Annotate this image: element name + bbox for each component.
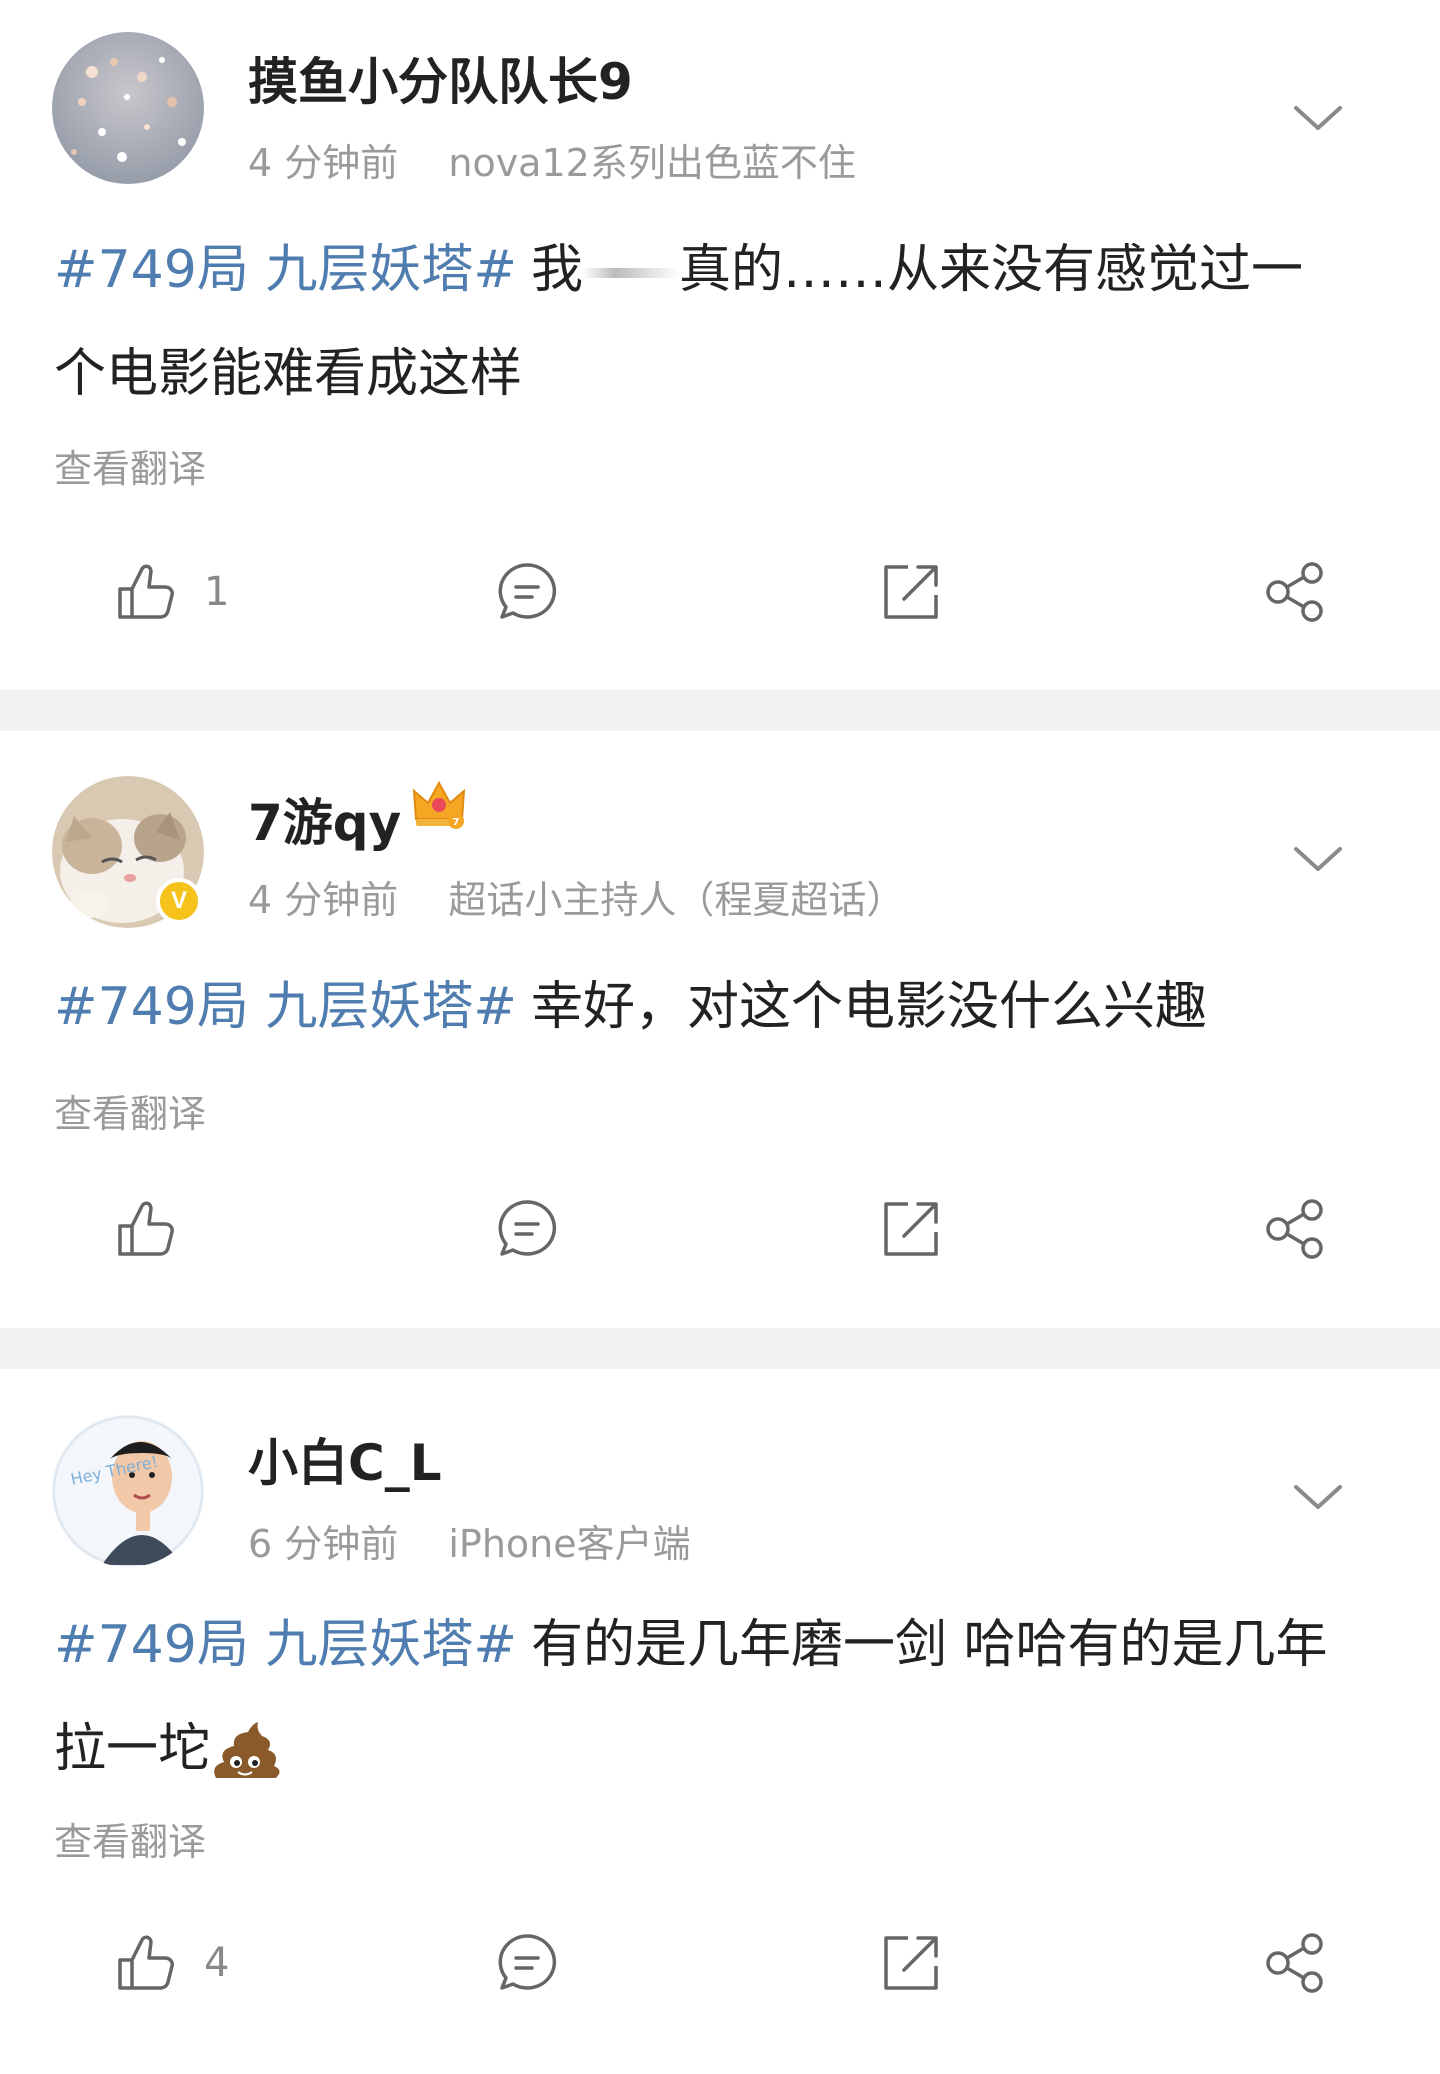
like-count: 4 [204, 1940, 230, 1986]
post-card: Hey There! 小白C_L 6 分钟前 iPhone客户端 #749局 九… [0, 1369, 1440, 2068]
post-content: #749局 九层妖塔# 幸好，对这个电影没什么兴趣 [54, 955, 1354, 1059]
chevron-down-icon[interactable] [1292, 1481, 1344, 1513]
share-button[interactable] [1262, 552, 1328, 632]
like-count: 1 [204, 569, 230, 615]
comment-button[interactable] [494, 552, 560, 632]
post-time: 4 分钟前 [248, 878, 399, 922]
comment-icon [498, 1200, 557, 1256]
avatar[interactable] [52, 32, 204, 184]
topic-link[interactable]: #749局 九层妖塔# [54, 240, 517, 300]
comment-feed: 摸鱼小分队队长9 4 分钟前 nova12系列出色蓝不住 #749局 九层妖塔#… [0, 0, 1440, 2068]
username[interactable]: 摸鱼小分队队长9 [248, 42, 633, 114]
verified-badge: V [156, 878, 202, 924]
comment-icon [498, 563, 557, 619]
like-icon [118, 1201, 174, 1256]
username[interactable]: 7游qy [248, 783, 401, 855]
post-card: V 7游qy 7 4 分钟前 超话小主持人（程夏超话） #749局 九层妖塔# 幸… [0, 731, 1440, 1328]
post-meta: 4 分钟前 nova12系列出色蓝不住 [248, 132, 856, 187]
chevron-down-icon[interactable] [1292, 102, 1344, 134]
post-card: 摸鱼小分队队长9 4 分钟前 nova12系列出色蓝不住 #749局 九层妖塔#… [0, 0, 1440, 690]
post-source: 超话小主持人（程夏超话） [448, 878, 905, 922]
repost-icon [884, 1936, 938, 1990]
post-divider [0, 690, 1440, 731]
repost-button[interactable] [878, 552, 944, 632]
translate-link[interactable]: 查看翻译 [54, 1083, 206, 1138]
post-content: #749局 九层妖塔# 有的是几年磨一剑 哈哈有的是几年拉一坨 [54, 1593, 1354, 1801]
share-button[interactable] [1262, 1189, 1328, 1269]
comment-icon [498, 1934, 557, 1990]
redacted-mark [582, 268, 679, 278]
post-divider [0, 1328, 1440, 1369]
post-meta: 4 分钟前 超话小主持人（程夏超话） [248, 869, 904, 924]
repost-icon [884, 565, 938, 619]
share-icon [1266, 1199, 1323, 1259]
comment-button[interactable] [494, 1189, 560, 1269]
post-text: 幸好，对这个电影没什么兴趣 [530, 977, 1207, 1037]
comment-button[interactable] [494, 1923, 560, 2003]
share-icon [1266, 1933, 1323, 1993]
avatar[interactable]: Hey There! [52, 1415, 204, 1567]
translate-link[interactable]: 查看翻译 [54, 438, 206, 493]
share-button[interactable] [1262, 1923, 1328, 2003]
like-button[interactable] [112, 1189, 204, 1269]
like-button[interactable]: 1 [112, 552, 229, 632]
like-icon [118, 564, 174, 619]
repost-icon [884, 1202, 938, 1256]
post-source: iPhone客户端 [448, 1522, 691, 1566]
like-button[interactable]: 4 [112, 1923, 229, 2003]
post-text-start: 我 [530, 240, 583, 300]
svg-text:7: 7 [453, 817, 460, 828]
post-meta: 6 分钟前 iPhone客户端 [248, 1513, 691, 1568]
username[interactable]: 小白C_L [248, 1423, 442, 1495]
action-bar [0, 1189, 1440, 1269]
crown-icon: 7 [412, 780, 466, 829]
post-time: 4 分钟前 [248, 141, 399, 185]
topic-link[interactable]: #749局 九层妖塔# [54, 1615, 517, 1675]
action-bar: 1 [0, 552, 1440, 632]
repost-button[interactable] [878, 1923, 944, 2003]
post-time: 6 分钟前 [248, 1522, 399, 1566]
share-icon [1266, 562, 1323, 622]
action-bar: 4 [0, 1923, 1440, 2003]
like-icon [118, 1935, 174, 1990]
post-content: #749局 九层妖塔# 我真的……从来没有感觉过一个电影能难看成这样 [54, 218, 1354, 426]
poop-emoji [214, 1722, 280, 1778]
repost-button[interactable] [878, 1189, 944, 1269]
chevron-down-icon[interactable] [1292, 843, 1344, 875]
translate-link[interactable]: 查看翻译 [54, 1811, 206, 1866]
topic-link[interactable]: #749局 九层妖塔# [54, 977, 517, 1037]
post-source: nova12系列出色蓝不住 [448, 141, 856, 185]
